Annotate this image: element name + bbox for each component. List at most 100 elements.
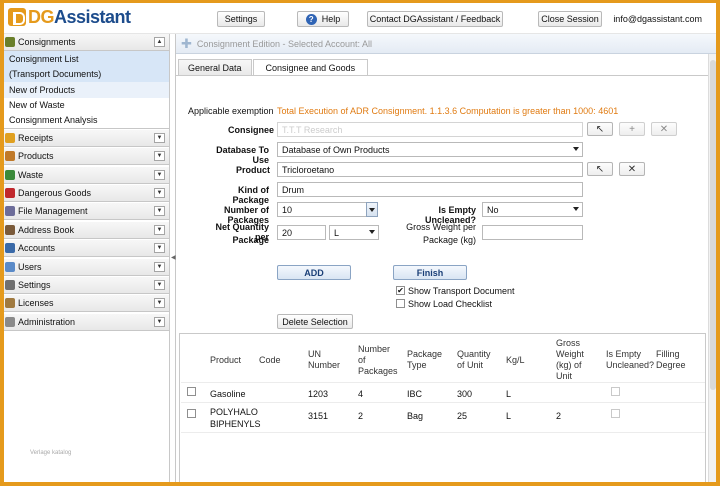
expand-icon[interactable]: ▼ xyxy=(154,280,165,291)
table-cell-un: 1203 xyxy=(308,389,329,399)
table-cell-type: Bag xyxy=(407,411,424,421)
kind-of-package-label: Kind of Package xyxy=(232,185,269,205)
net-quantity-unit-select[interactable]: L xyxy=(329,225,379,240)
show-transport-document-checkbox[interactable]: ✔ xyxy=(396,286,405,295)
close-session-button[interactable]: Close Session xyxy=(538,11,602,27)
is-empty-uncleaned-checkbox xyxy=(611,387,620,396)
sidebar-section-address-book[interactable]: Address Book ▼ xyxy=(4,221,169,239)
expand-icon[interactable]: ▼ xyxy=(154,298,165,309)
expand-icon[interactable]: ▼ xyxy=(154,151,165,162)
tab-consignee-and-goods[interactable]: Consignee and Goods xyxy=(252,59,369,75)
select-product-button[interactable]: ↖ xyxy=(587,162,613,176)
logo-dg-text: DG xyxy=(28,6,55,27)
table-cell-kgl: L xyxy=(506,389,512,399)
sidebar-section-waste[interactable]: Waste ▼ xyxy=(4,166,169,184)
sidebar-section-administration[interactable]: Administration ▼ xyxy=(4,313,169,331)
clear-product-button[interactable]: ✕ xyxy=(619,162,645,176)
add-consignee-button[interactable]: + xyxy=(619,122,645,136)
is-empty-uncleaned-select[interactable]: No xyxy=(482,202,583,217)
is-empty-uncleaned-value: No xyxy=(487,204,499,215)
net-quantity-field[interactable]: 20 xyxy=(277,225,326,240)
kind-of-package-field[interactable]: Drum xyxy=(277,182,583,197)
database-select[interactable]: Database of Own Products xyxy=(277,142,583,157)
column-header[interactable]: Kg/L xyxy=(506,355,525,366)
user-email: info@dgassistant.com xyxy=(613,14,702,24)
sidebar-section-label: Accounts xyxy=(18,243,56,254)
scrollbar-thumb[interactable] xyxy=(710,60,716,390)
column-header[interactable]: Filling Degree xyxy=(656,349,686,371)
sidebar-section-accounts[interactable]: Accounts ▼ xyxy=(4,240,169,258)
sidebar-section-consignments[interactable]: Consignments ▲ xyxy=(4,34,169,51)
column-header[interactable]: UN Number xyxy=(308,349,340,371)
sidebar-item-new-of-products[interactable]: New of Products xyxy=(4,82,169,98)
contact-feedback-button[interactable]: Contact DGAssistant / Feedback xyxy=(367,11,503,27)
logo-mark-icon xyxy=(8,8,26,26)
sidebar-section-receipts[interactable]: Receipts ▼ xyxy=(4,129,169,147)
sidebar-item-consignment-list[interactable]: Consignment List xyxy=(4,51,169,67)
licenses-icon xyxy=(5,298,15,309)
waste-icon xyxy=(5,169,15,180)
show-load-checklist-checkbox[interactable] xyxy=(396,299,405,308)
sidebar-section-file-management[interactable]: File Management ▼ xyxy=(4,203,169,221)
product-field[interactable]: Tricloroetano xyxy=(277,162,583,177)
applicable-exemption-label: Applicable exemption xyxy=(188,106,274,116)
expand-icon[interactable]: ▼ xyxy=(154,188,165,199)
logo-assistant-text: Assistant xyxy=(54,6,131,27)
sidebar-section-label: Administration xyxy=(18,316,76,327)
close-icon: ✕ xyxy=(627,163,637,175)
sidebar-section-dangerous-goods[interactable]: Dangerous Goods ▼ xyxy=(4,185,169,203)
column-header[interactable]: Product xyxy=(210,355,241,366)
expand-icon[interactable]: ▼ xyxy=(154,243,165,254)
sidebar-section-users[interactable]: Users ▼ xyxy=(4,258,169,276)
sidebar-item-transport-documents[interactable]: (Transport Documents) xyxy=(4,66,169,82)
sidebar-item-consignment-analysis[interactable]: Consignment Analysis xyxy=(4,113,169,129)
tab-general-data[interactable]: General Data xyxy=(178,59,252,75)
column-header[interactable]: Is Empty Uncleaned? xyxy=(606,349,654,371)
sidebar-section-label: Consignments xyxy=(18,37,76,47)
number-of-packages-select[interactable]: 10 xyxy=(277,202,378,217)
clear-consignee-button[interactable]: ✕ xyxy=(651,122,677,136)
consignments-icon xyxy=(5,37,15,47)
sidebar-section-products[interactable]: Products ▼ xyxy=(4,148,169,166)
gross-weight-field[interactable] xyxy=(482,225,583,240)
sidebar-item-new-of-waste[interactable]: New of Waste xyxy=(4,98,169,114)
row-select-checkbox[interactable] xyxy=(187,409,196,418)
expand-icon[interactable]: ▼ xyxy=(154,224,165,235)
column-header[interactable]: Code xyxy=(259,355,281,366)
sidebar-section-settings[interactable]: Settings ▼ xyxy=(4,277,169,295)
delete-selection-button[interactable]: Delete Selection xyxy=(277,314,353,329)
logo[interactable]: DG Assistant xyxy=(8,6,131,28)
expand-icon[interactable]: ▼ xyxy=(154,261,165,272)
column-header[interactable]: Number of Packages xyxy=(358,344,398,377)
expand-icon[interactable]: ▼ xyxy=(154,206,165,217)
collapse-icon[interactable]: ▲ xyxy=(154,37,165,47)
expand-icon[interactable]: ▼ xyxy=(154,316,165,327)
column-header[interactable]: Quantity of Unit xyxy=(457,349,491,371)
expand-icon[interactable]: ▼ xyxy=(154,132,165,143)
table-cell-packages: 2 xyxy=(358,411,364,421)
expand-plus-icon[interactable]: ✚ xyxy=(181,36,192,52)
vertical-scrollbar[interactable] xyxy=(708,54,716,483)
column-header[interactable]: Package Type xyxy=(407,349,442,371)
chevron-down-icon[interactable] xyxy=(366,202,378,217)
consignee-field[interactable]: T.T.T Research xyxy=(277,122,583,137)
select-consignee-button[interactable]: ↖ xyxy=(587,122,613,136)
table-cell-product: POLYHALO BIPHENYLS xyxy=(210,407,261,429)
settings-icon xyxy=(5,280,15,291)
number-of-packages-value: 10 xyxy=(282,204,293,215)
sidebar-section-label: Products xyxy=(18,151,54,162)
finish-button[interactable]: Finish xyxy=(393,265,467,280)
sidebar-section-licenses[interactable]: Licenses ▼ xyxy=(4,295,169,313)
gross-weight-label-line1: Gross Weight per xyxy=(406,222,476,232)
cursor-icon: ↖ xyxy=(595,123,605,135)
help-button[interactable]: ? Help xyxy=(297,11,349,27)
row-select-checkbox[interactable] xyxy=(187,387,196,396)
settings-button[interactable]: Settings xyxy=(217,11,265,27)
column-header[interactable]: Gross Weight (kg) of Unit xyxy=(556,338,584,382)
table-cell-gross: 2 xyxy=(556,411,562,421)
net-quantity-label-line2: Package xyxy=(232,235,269,245)
expand-icon[interactable]: ▼ xyxy=(154,169,165,180)
goods-table: Product Code UN Number Number of Packages Pa… xyxy=(179,333,706,483)
add-button[interactable]: ADD xyxy=(277,265,351,280)
splitter-grip-icon[interactable]: ◀ xyxy=(171,254,176,261)
